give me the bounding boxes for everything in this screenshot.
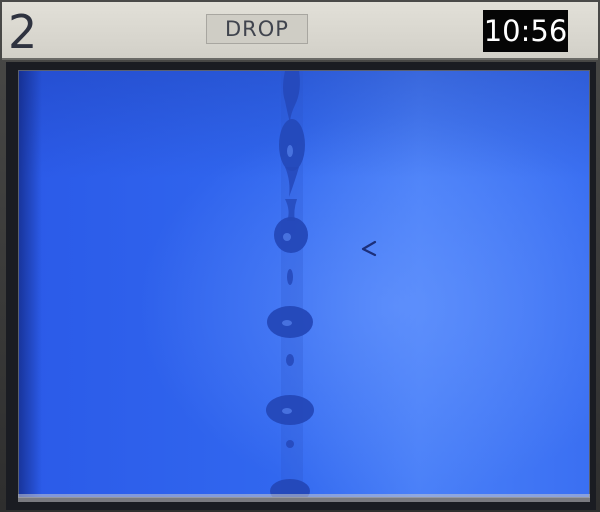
- channel-number: 2: [8, 5, 38, 59]
- mode-label: DROP: [206, 14, 308, 44]
- frame-bottom-edge: [18, 494, 590, 502]
- status-header: 2 DROP 10:56: [2, 2, 598, 60]
- instrument-display: 2 DROP 10:56: [0, 0, 600, 512]
- camera-image: [19, 71, 589, 497]
- clock-display: 10:56: [483, 10, 568, 52]
- camera-view: [18, 70, 590, 498]
